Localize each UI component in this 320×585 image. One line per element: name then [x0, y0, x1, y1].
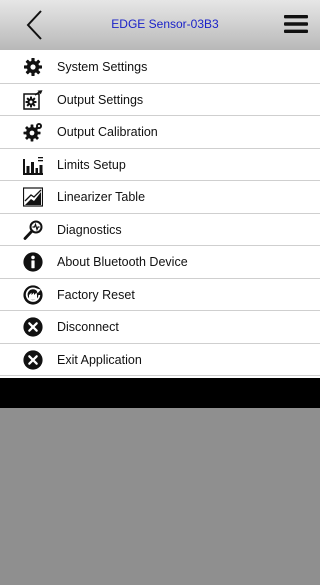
- menu-item-exit-application[interactable]: Exit Application: [0, 343, 320, 376]
- settings-menu: System Settings Output Settings Output C…: [0, 51, 320, 376]
- background-overlay[interactable]: [0, 408, 320, 585]
- page-title: EDGE Sensor-03B3: [111, 17, 219, 31]
- gear-icon: [23, 57, 43, 77]
- menu-item-label: System Settings: [57, 60, 148, 74]
- menu-item-linearizer-table[interactable]: Linearizer Table: [0, 181, 320, 214]
- menu-item-disconnect[interactable]: Disconnect: [0, 311, 320, 344]
- menu-item-label: Disconnect: [57, 320, 119, 334]
- menu-item-output-calibration[interactable]: Output Calibration: [0, 116, 320, 149]
- menu-item-factory-reset[interactable]: Factory Reset: [0, 278, 320, 311]
- chevron-left-icon: [26, 10, 42, 40]
- close-circle-icon: [23, 317, 43, 337]
- menu-item-label: Limits Setup: [57, 157, 126, 172]
- calibration-gear-icon: [23, 122, 43, 142]
- menu-item-label: Linearizer Table: [57, 190, 146, 204]
- menu-item-about-bluetooth-device[interactable]: About Bluetooth Device: [0, 246, 320, 279]
- back-button[interactable]: [22, 9, 48, 41]
- output-settings-icon: [23, 89, 43, 110]
- hamburger-menu-button[interactable]: [284, 14, 308, 34]
- menu-item-label: Factory Reset: [57, 287, 135, 302]
- menu-item-limits-setup[interactable]: Limits Setup: [0, 148, 320, 181]
- close-circle-icon: [23, 349, 43, 370]
- hamburger-menu-icon: [284, 15, 308, 33]
- menu-item-label: Output Calibration: [57, 125, 158, 139]
- menu-item-label: Exit Application: [57, 352, 142, 367]
- app-header: EDGE Sensor-03B3: [0, 0, 320, 50]
- info-icon: [23, 252, 43, 272]
- diagnostics-probe-icon: [23, 220, 43, 240]
- menu-item-system-settings[interactable]: System Settings: [0, 51, 320, 84]
- factory-reset-icon: [23, 284, 43, 305]
- menu-bottom-bar: [0, 378, 320, 408]
- limits-chart-icon: [23, 155, 43, 175]
- menu-item-label: About Bluetooth Device: [57, 255, 188, 269]
- menu-item-output-settings[interactable]: Output Settings: [0, 83, 320, 116]
- linearizer-chart-icon: [23, 187, 43, 207]
- menu-item-label: Output Settings: [57, 92, 144, 107]
- menu-item-label: Diagnostics: [57, 222, 122, 237]
- menu-item-diagnostics[interactable]: Diagnostics: [0, 213, 320, 246]
